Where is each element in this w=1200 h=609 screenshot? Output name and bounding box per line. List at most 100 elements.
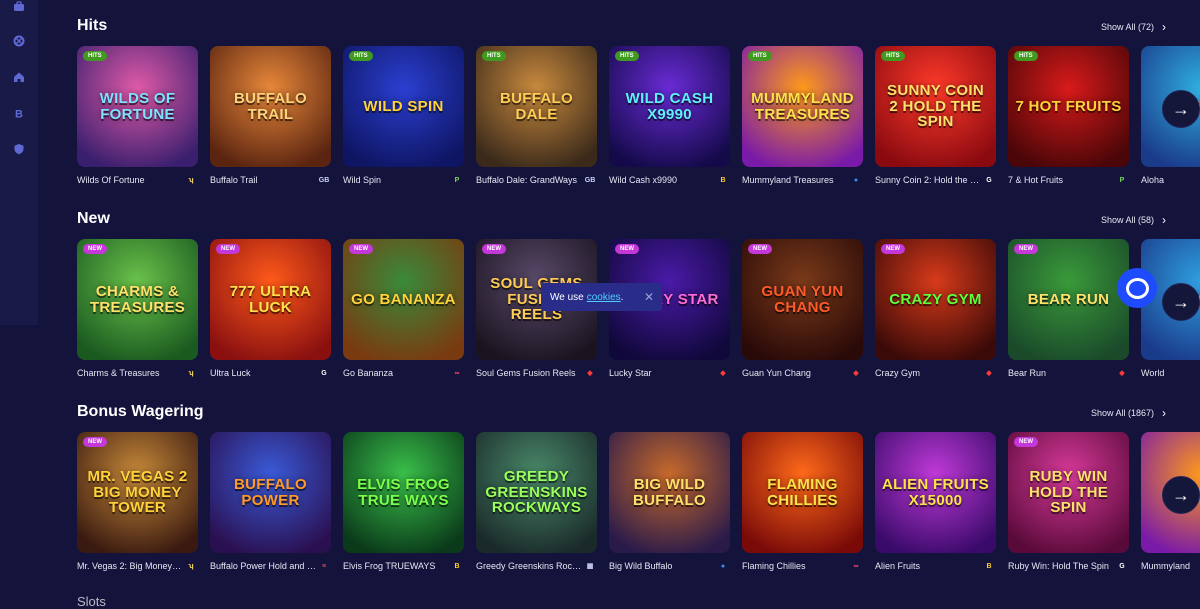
game-name[interactable]: 7 & Hot Fruits: [1008, 175, 1063, 185]
game-card[interactable]: Wilds of Fortune HITS Wilds Of Fortune ʮ: [77, 46, 198, 187]
arrow-right-icon: →: [1172, 98, 1190, 119]
game-name[interactable]: Charms & Treasures: [77, 368, 160, 378]
game-name[interactable]: Crazy Gym: [875, 368, 920, 378]
close-icon[interactable]: ✕: [644, 290, 654, 304]
game-card[interactable]: Alien Fruits x15000 Alien Fruits B: [875, 432, 996, 573]
game-card[interactable]: Go Bananza NEW Go Bananza ∞: [343, 239, 464, 380]
game-thumbnail[interactable]: Greedy Greenskins Rockways: [476, 432, 597, 553]
show-all-link[interactable]: Show All (72) ›: [1101, 20, 1166, 34]
game-name[interactable]: Buffalo Trail: [210, 175, 257, 185]
game-card[interactable]: 7 Hot Fruits HITS 7 & Hot Fruits P: [1008, 46, 1129, 187]
game-name[interactable]: Flaming Chillies: [742, 561, 806, 571]
game-thumbnail[interactable]: Crazy Gym NEW: [875, 239, 996, 360]
game-name[interactable]: Wilds Of Fortune: [77, 175, 145, 185]
game-art: Guan Yun Chang: [742, 239, 863, 360]
game-badge: HITS: [349, 51, 373, 61]
game-thumbnail[interactable]: Big Wild Buffalo: [609, 432, 730, 553]
game-name[interactable]: Elvis Frog TRUEWAYS: [343, 561, 435, 571]
game-card[interactable]: Sunny Coin 2 Hold the Spin HITS Sunny Coin…: [875, 46, 996, 187]
game-row: Mr. Vegas 2 Big Money Tower NEW Mr. Vegas …: [77, 432, 1200, 582]
game-card[interactable]: Wild Cash x9990 HITS Wild Cash x9990 B: [609, 46, 730, 187]
chat-button[interactable]: [1117, 268, 1157, 308]
game-thumbnail[interactable]: Wilds of Fortune HITS: [77, 46, 198, 167]
game-name[interactable]: Mummyland Treasures: [742, 175, 834, 185]
game-footer: Sunny Coin 2: Hold the Spin G: [875, 175, 996, 187]
game-art-title: Sunny Coin 2 Hold the Spin: [887, 81, 984, 131]
game-name[interactable]: World: [1141, 368, 1164, 378]
game-thumbnail[interactable]: Flaming Chillies: [742, 432, 863, 553]
game-thumbnail[interactable]: Wild Cash x9990 HITS: [609, 46, 730, 167]
provider-icon: ʮ: [188, 369, 194, 377]
game-art-title: Go Bananza: [351, 290, 456, 308]
game-name[interactable]: Alien Fruits: [875, 561, 920, 571]
game-thumbnail[interactable]: Charms & Treasures NEW: [77, 239, 198, 360]
cookie-link[interactable]: cookies: [587, 292, 621, 303]
game-thumbnail[interactable]: Buffalo Trail: [210, 46, 331, 167]
game-name[interactable]: Mummyland: [1141, 561, 1190, 571]
game-thumbnail[interactable]: Mummyland Treasures HITS: [742, 46, 863, 167]
game-card[interactable]: Greedy Greenskins Rockways Greedy Greensk…: [476, 432, 597, 573]
show-all-link[interactable]: Show All (58) ›: [1101, 213, 1166, 227]
next-button[interactable]: →: [1162, 283, 1200, 321]
game-name[interactable]: Soul Gems Fusion Reels: [476, 368, 576, 378]
game-card[interactable]: Ruby Win Hold the Spin NEW Ruby Win: Hold …: [1008, 432, 1129, 573]
game-card[interactable]: Buffalo Power Buffalo Power Hold and Win ≡: [210, 432, 331, 573]
game-card[interactable]: Mr. Vegas 2 Big Money Tower NEW Mr. Vegas …: [77, 432, 198, 573]
game-card[interactable]: Wild Spin HITS Wild Spin P: [343, 46, 464, 187]
game-name[interactable]: Buffalo Power Hold and Win: [210, 561, 316, 571]
game-art-title: Ruby Win Hold the Spin: [1028, 467, 1109, 517]
game-thumbnail[interactable]: Bear Run NEW: [1008, 239, 1129, 360]
game-badge: NEW: [748, 244, 772, 254]
game-name[interactable]: Mr. Vegas 2: Big Money Tower: [77, 561, 183, 571]
game-name[interactable]: Guan Yun Chang: [742, 368, 811, 378]
next-button[interactable]: →: [1162, 90, 1200, 128]
show-all-link[interactable]: Show All (1867) ›: [1091, 406, 1166, 420]
game-thumbnail[interactable]: Wild Spin HITS: [343, 46, 464, 167]
lifebuoy-icon[interactable]: [11, 33, 27, 49]
game-name[interactable]: Greedy Greenskins Rockways: [476, 561, 582, 571]
game-thumbnail[interactable]: Elvis Frog True Ways: [343, 432, 464, 553]
game-thumbnail[interactable]: Go Bananza NEW: [343, 239, 464, 360]
game-name[interactable]: Wild Cash x9990: [609, 175, 677, 185]
game-name[interactable]: Sunny Coin 2: Hold the Spin: [875, 175, 981, 185]
game-name[interactable]: Lucky Star: [609, 368, 652, 378]
game-name[interactable]: Buffalo Dale: GrandWays: [476, 175, 577, 185]
bitcoin-icon[interactable]: B: [11, 105, 27, 121]
game-name[interactable]: Big Wild Buffalo: [609, 561, 672, 571]
game-card[interactable]: Crazy Gym NEW Crazy Gym ◆: [875, 239, 996, 380]
game-thumbnail[interactable]: Guan Yun Chang NEW: [742, 239, 863, 360]
game-name[interactable]: Ruby Win: Hold The Spin: [1008, 561, 1109, 571]
game-art: Go Bananza: [343, 239, 464, 360]
shield-icon[interactable]: [11, 141, 27, 157]
game-card[interactable]: Mummyland Treasures HITS Mummyland Treasur…: [742, 46, 863, 187]
game-thumbnail[interactable]: Sunny Coin 2 Hold the Spin HITS: [875, 46, 996, 167]
game-row: Charms & Treasures NEW Charms & Treasures ʮ…: [77, 239, 1200, 389]
game-card[interactable]: 777 Ultra Luck NEW Ultra Luck G: [210, 239, 331, 380]
game-badge: NEW: [881, 244, 905, 254]
game-name[interactable]: Wild Spin: [343, 175, 381, 185]
game-name[interactable]: Bear Run: [1008, 368, 1046, 378]
game-thumbnail[interactable]: 777 Ultra Luck NEW: [210, 239, 331, 360]
game-card[interactable]: Elvis Frog True Ways Elvis Frog TRUEWAYS B: [343, 432, 464, 573]
game-card[interactable]: Guan Yun Chang NEW Guan Yun Chang ◆: [742, 239, 863, 380]
chat-bubble-icon: [1125, 277, 1149, 299]
game-name[interactable]: Aloha: [1141, 175, 1164, 185]
game-card[interactable]: Bear Run NEW Bear Run ◆: [1008, 239, 1129, 380]
game-thumbnail[interactable]: 7 Hot Fruits HITS: [1008, 46, 1129, 167]
game-name[interactable]: Ultra Luck: [210, 368, 251, 378]
game-card[interactable]: Big Wild Buffalo Big Wild Buffalo ●: [609, 432, 730, 573]
briefcase-icon[interactable]: [11, 0, 27, 14]
game-name[interactable]: Go Bananza: [343, 368, 393, 378]
game-thumbnail[interactable]: Ruby Win Hold the Spin NEW: [1008, 432, 1129, 553]
game-thumbnail[interactable]: Alien Fruits x15000: [875, 432, 996, 553]
game-thumbnail[interactable]: Mr. Vegas 2 Big Money Tower NEW: [77, 432, 198, 553]
game-thumbnail[interactable]: Buffalo Power: [210, 432, 331, 553]
game-card[interactable]: Buffalo Dale HITS Buffalo Dale: GrandWays G…: [476, 46, 597, 187]
home-icon[interactable]: [11, 69, 27, 85]
game-thumbnail[interactable]: Buffalo Dale HITS: [476, 46, 597, 167]
game-card[interactable]: Flaming Chillies Flaming Chillies ∞: [742, 432, 863, 573]
next-button[interactable]: →: [1162, 476, 1200, 514]
game-card[interactable]: Charms & Treasures NEW Charms & Treasures ʮ: [77, 239, 198, 380]
game-card[interactable]: Buffalo Trail Buffalo Trail GB: [210, 46, 331, 187]
game-art: Buffalo Dale: [476, 46, 597, 167]
